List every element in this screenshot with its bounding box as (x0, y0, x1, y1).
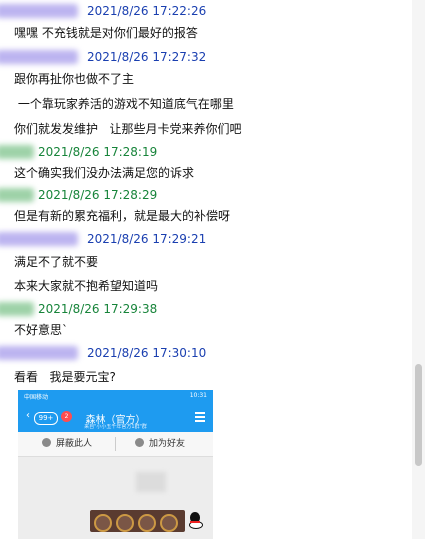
blurred-content (136, 472, 166, 492)
message-line: 你们就发发维护 让那些月卡党来养你们吧 (14, 122, 242, 136)
message-header: 2021/8/26 17:27:32 (0, 48, 410, 66)
message-header: 2021/8/26 17:30:10 (0, 344, 410, 362)
chat-log: 2021/8/26 17:22:26 嘿嘿 不充钱就是对你们最好的报答 2021… (0, 0, 410, 539)
timestamp: 2021/8/26 17:29:38 (38, 302, 158, 316)
message-line: 但是有新的累充福利，就是最大的补偿呀 (14, 209, 231, 223)
timestamp: 2021/8/26 17:27:32 (87, 50, 207, 64)
message-line: 一个靠玩家养活的游戏不知道底气在哪里 (14, 97, 234, 111)
message-header: 2021/8/26 17:28:29 (0, 186, 410, 204)
message-header: 2021/8/26 17:29:21 (0, 230, 410, 248)
scrollbar-thumb[interactable] (415, 364, 422, 466)
timestamp: 2021/8/26 17:30:10 (87, 346, 207, 360)
message-line: 这个确实我们没办法满足您的诉求 (14, 166, 195, 180)
status-carrier: 中国移动 (24, 394, 49, 401)
status-time: 10:31 (189, 392, 207, 399)
image-thumbnail-strip (90, 510, 185, 532)
message-line: 看看 我是要元宝? (14, 370, 116, 384)
block-user-button: 屏蔽此人 (42, 432, 92, 456)
embedded-screenshot[interactable]: 中国移动 10:31 ‹ 99+ 2 森林（官方） 来自"小小五千年官方1群"群… (18, 390, 213, 539)
action-bar: 屏蔽此人 加为好友 (18, 432, 213, 457)
add-friend-label: 加为好友 (149, 439, 186, 449)
message-line: 不好意思` (14, 323, 69, 337)
timestamp: 2021/8/26 17:28:19 (38, 145, 158, 159)
timestamp: 2021/8/26 17:28:29 (38, 188, 158, 202)
timestamp: 2021/8/26 17:29:21 (87, 232, 207, 246)
vertical-scrollbar[interactable] (412, 0, 425, 539)
timestamp: 2021/8/26 17:22:26 (87, 4, 207, 18)
block-user-label: 屏蔽此人 (56, 439, 93, 449)
message-line: 满足不了就不要 (14, 255, 99, 269)
qq-penguin-icon (188, 512, 203, 529)
message-header: 2021/8/26 17:22:26 (0, 2, 410, 20)
contact-subtitle: 来自"小小五千年官方1群"群 (84, 424, 147, 430)
divider (115, 437, 116, 451)
message-header: 2021/8/26 17:28:19 (0, 143, 410, 161)
message-line: 跟你再扯你也做不了主 (14, 72, 135, 86)
message-header: 2021/8/26 17:29:38 (0, 300, 410, 318)
add-friend-button: 加为好友 (135, 432, 185, 456)
block-user-icon (42, 438, 51, 447)
add-friend-icon (135, 438, 144, 447)
message-line: 嘿嘿 不充钱就是对你们最好的报答 (14, 26, 198, 40)
qq-header-bar: 中国移动 10:31 ‹ 99+ 2 森林（官方） 来自"小小五千年官方1群"群 (18, 390, 213, 432)
message-line: 本来大家就不抱希望知道吗 (14, 279, 159, 293)
menu-icon (195, 412, 205, 424)
